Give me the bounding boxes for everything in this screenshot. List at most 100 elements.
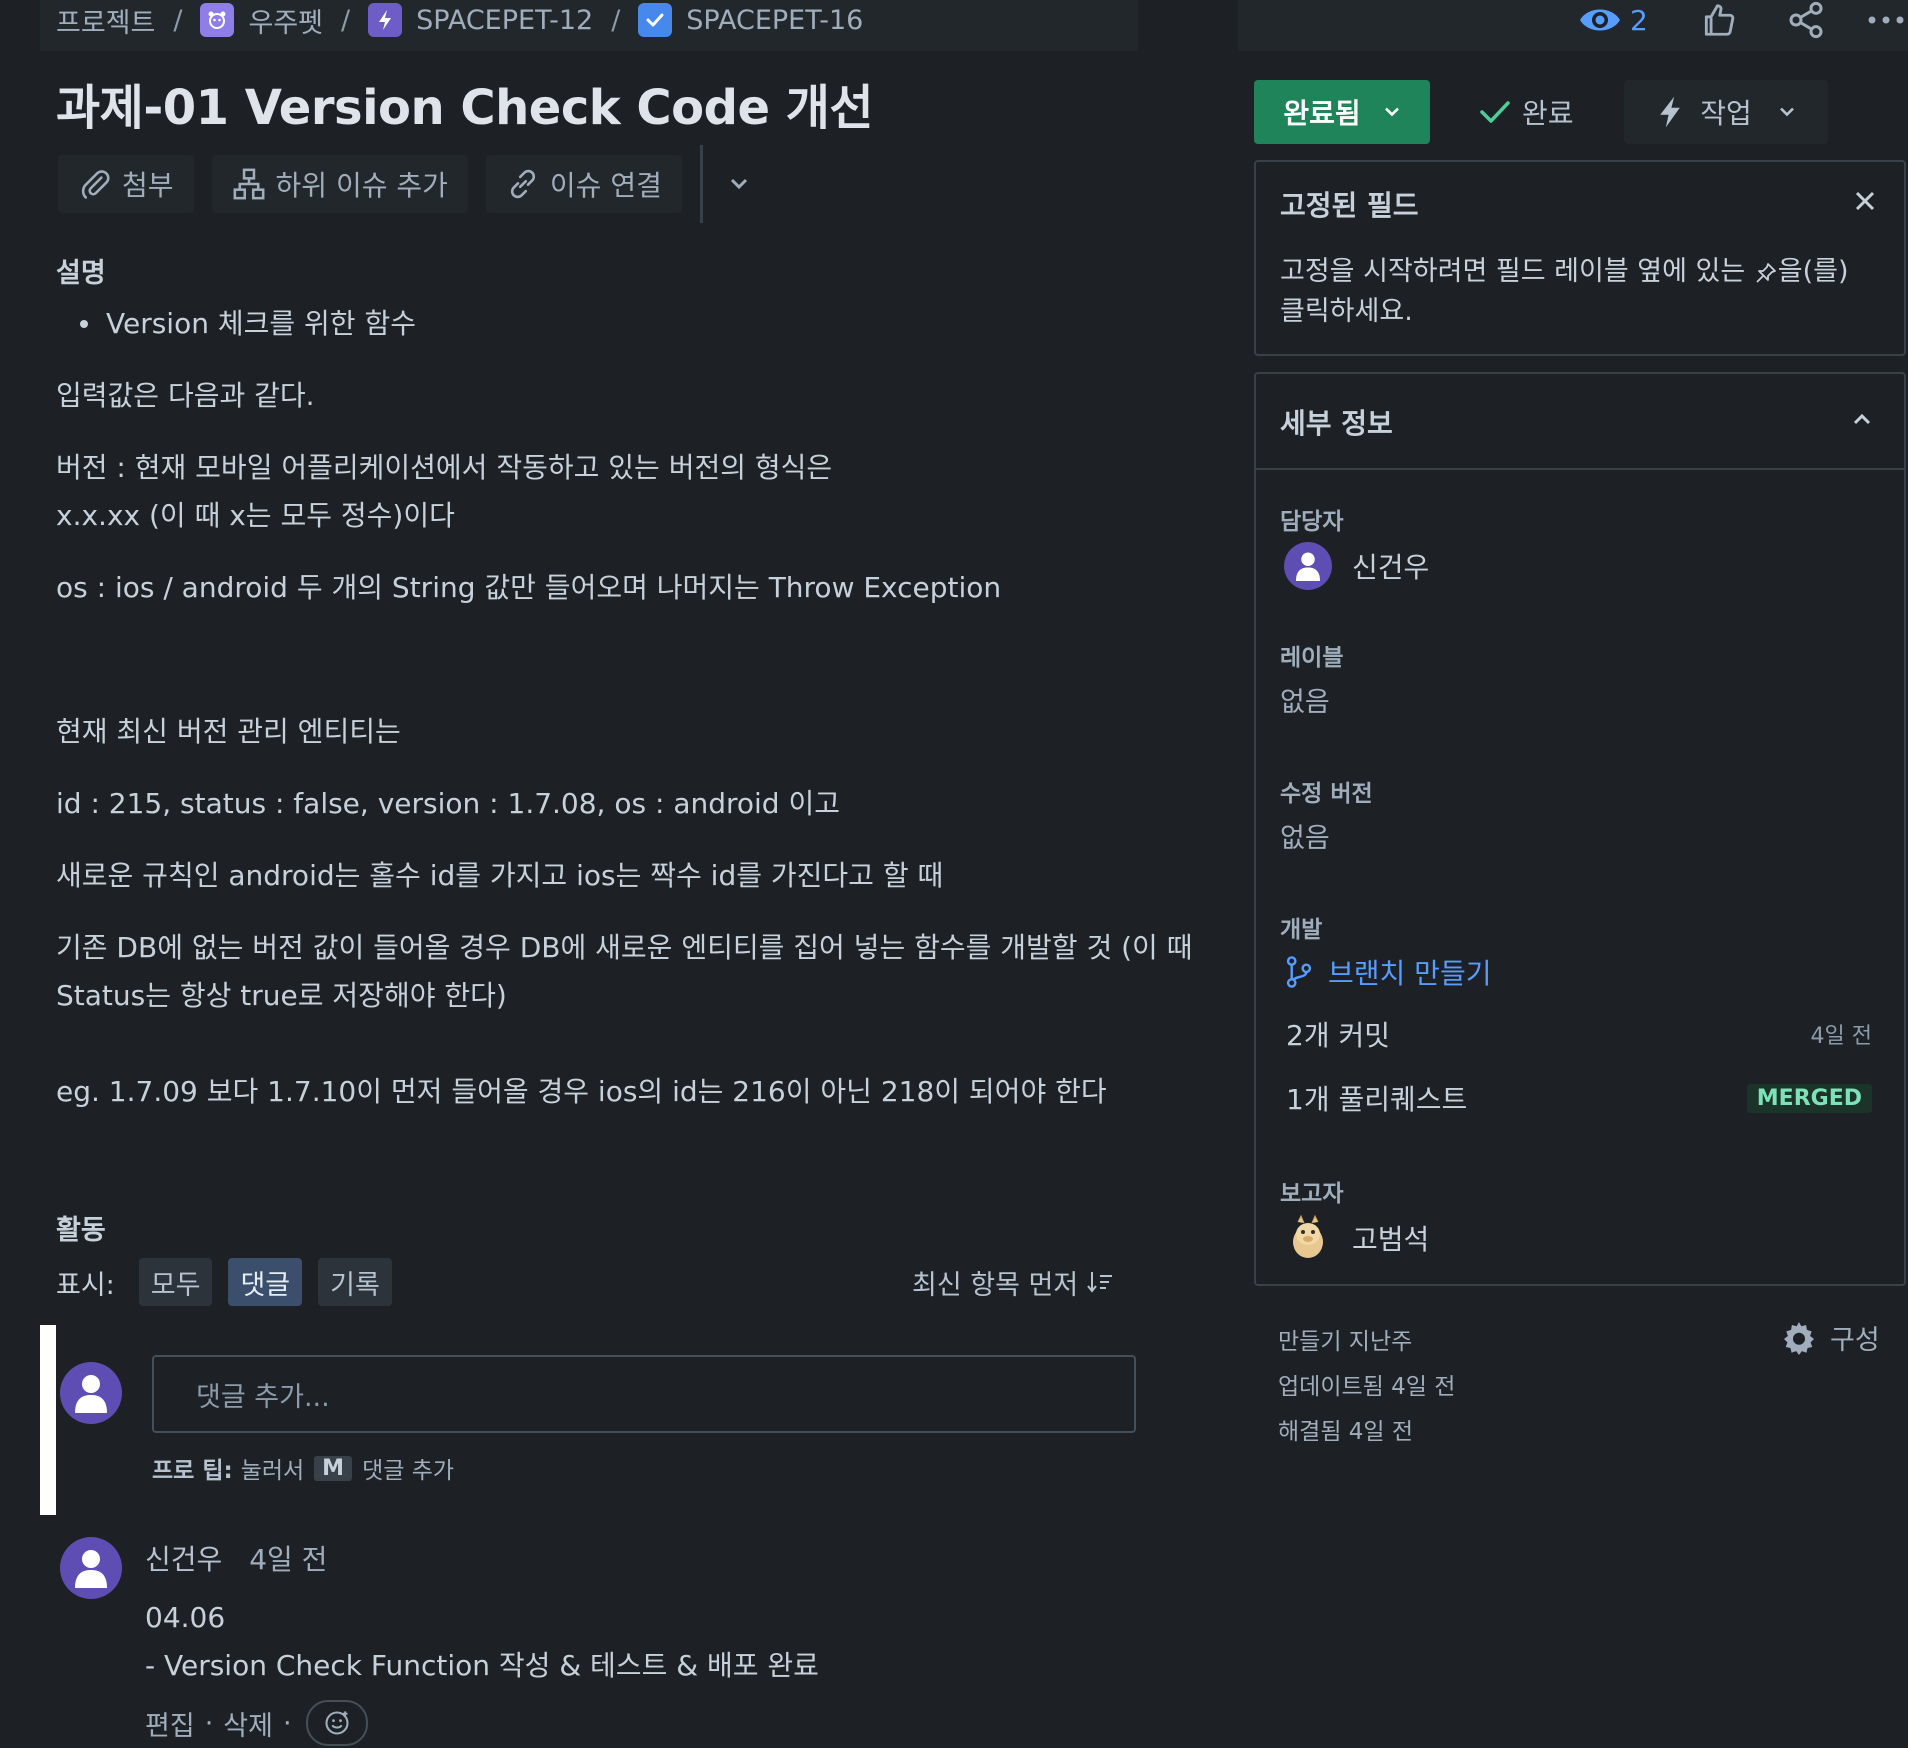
labels-label: 레이블: [1280, 645, 1344, 671]
avatar: [1284, 1214, 1332, 1262]
chevron-up-icon: [1852, 412, 1872, 426]
pull-requests-row[interactable]: 1개 풀리퀘스트 MERGED: [1286, 1078, 1872, 1118]
fix-version-field[interactable]: 없음: [1280, 816, 1330, 855]
reporter-field[interactable]: 고범석: [1284, 1214, 1429, 1262]
issue-dates: 만들기 지난주 업데이트됨 4일 전 해결됨 4일 전: [1278, 1320, 1455, 1455]
epic-icon: [368, 3, 403, 37]
filter-all[interactable]: 모두: [138, 1258, 213, 1306]
created-date: 만들기 지난주: [1278, 1329, 1413, 1355]
paragraph: 입력값은 다음과 같다.: [56, 379, 315, 412]
status-label: 완료됨: [1283, 97, 1361, 130]
attach-button[interactable]: 첨부: [58, 155, 194, 213]
done-button[interactable]: 완료: [1478, 80, 1574, 144]
pin-icon: [1754, 261, 1778, 285]
emoji-icon: [323, 1709, 351, 1737]
actions-divider: [699, 145, 703, 223]
description[interactable]: 설명 Version 체크를 위한 함수 입력값은 다음과 같다. 버전 : 현…: [56, 250, 1192, 1116]
sort-icon: [1086, 1270, 1114, 1294]
paragraph: 버전 : 현재 모바일 어플리케이션에서 작동하고 있는 버전의 형식은: [56, 451, 833, 484]
share-icon[interactable]: [1786, 0, 1826, 40]
protip-text: 댓글 추가: [362, 1458, 455, 1484]
breadcrumb-project[interactable]: 우주펫: [248, 1, 323, 40]
more-icon[interactable]: [1866, 0, 1906, 40]
add-reaction-button[interactable]: [305, 1700, 368, 1746]
breadcrumb-issue[interactable]: SPACEPET-16: [686, 5, 863, 36]
branch-icon: [1284, 955, 1314, 989]
pinned-fields-title: 고정된 필드: [1280, 189, 1419, 222]
description-heading: 설명: [56, 258, 106, 289]
pinned-help-text: 고정을 시작하려면 필드 레이블 옆에 있는: [1280, 256, 1746, 287]
comment-placeholder: 댓글 추가...: [196, 1381, 330, 1413]
resolved-date: 해결됨 4일 전: [1278, 1419, 1414, 1445]
labels-field[interactable]: 없음: [1280, 680, 1330, 719]
status-badge: MERGED: [1746, 1083, 1872, 1113]
commits-row[interactable]: 2개 커밋 4일 전: [1286, 1014, 1872, 1054]
reporter-name: 고범석: [1352, 1223, 1430, 1256]
add-child-issue-label: 하위 이슈 추가: [275, 169, 448, 202]
issue-title[interactable]: 과제-01 Version Check Code 개선: [56, 68, 874, 138]
breadcrumb-separator: /: [611, 4, 621, 36]
assignee-label: 담당자: [1280, 509, 1344, 535]
pinned-fields-panel: 고정된 필드 고정을 시작하려면 필드 레이블 옆에 있는 을(를) 클릭하세요…: [1254, 160, 1906, 356]
link-issue-button[interactable]: 이슈 연결: [485, 155, 682, 213]
paragraph: x.x.xx (이 때 x는 모두 정수)이다: [56, 499, 455, 532]
commits-time: 4일 전: [1810, 1024, 1872, 1049]
delete-link[interactable]: 삭제: [223, 1704, 273, 1743]
issue-actions: 첨부 하위 이슈 추가 이슈 연결: [58, 145, 761, 223]
avatar: [1284, 542, 1332, 590]
comment-line: - Version Check Function 작성 & 테스트 & 배포 완…: [145, 1649, 819, 1682]
shortcut-key: M: [314, 1455, 353, 1481]
comment-input[interactable]: 댓글 추가...: [152, 1355, 1136, 1433]
configure-label: 구성: [1830, 1325, 1880, 1356]
paragraph: 새로운 규칙인 android는 홀수 id를 가지고 ios는 짝수 id를 …: [56, 859, 944, 892]
thumbs-up-icon[interactable]: [1700, 0, 1738, 40]
updated-date: 업데이트됨 4일 전: [1278, 1374, 1456, 1400]
configure-button[interactable]: 구성: [1780, 1318, 1880, 1357]
task-icon: [638, 3, 673, 37]
actions-dropdown[interactable]: 작업: [1624, 80, 1828, 144]
breadcrumb-epic[interactable]: SPACEPET-12: [416, 5, 593, 36]
breadcrumb-separator: /: [341, 4, 351, 36]
assignee-name: 신건우: [1352, 551, 1430, 584]
check-icon: [1478, 98, 1512, 126]
activity-heading: 활동: [56, 1215, 106, 1246]
link-icon: [506, 167, 540, 201]
comment-author[interactable]: 신건우: [145, 1543, 222, 1576]
details-header[interactable]: 세부 정보: [1256, 374, 1904, 470]
assignee-field[interactable]: 신건우: [1284, 542, 1429, 590]
close-icon[interactable]: [1854, 190, 1876, 212]
actions-label: 작업: [1700, 97, 1752, 130]
breadcrumb-projects[interactable]: 프로젝트: [56, 1, 155, 40]
paragraph: Status는 항상 true로 저장해야 한다): [56, 979, 507, 1012]
filter-history[interactable]: 기록: [318, 1258, 392, 1306]
details-title: 세부 정보: [1280, 407, 1393, 440]
hierarchy-icon: [232, 167, 266, 201]
filter-comments[interactable]: 댓글: [228, 1258, 303, 1306]
edit-link[interactable]: 편집: [145, 1704, 195, 1743]
protip-label: 프로 팁:: [152, 1458, 233, 1484]
avatar[interactable]: [60, 1537, 122, 1599]
separator-dot: ·: [204, 1707, 214, 1739]
activity-filters: 표시: 모두 댓글 기록: [56, 1258, 392, 1306]
reporter-label: 보고자: [1280, 1181, 1344, 1207]
comment-time[interactable]: 4일 전: [249, 1543, 327, 1576]
pinned-fields-help: 고정을 시작하려면 필드 레이블 옆에 있는 을(를) 클릭하세요.: [1280, 252, 1860, 332]
comment-body: 04.06 - Version Check Function 작성 & 테스트 …: [145, 1594, 819, 1690]
add-child-issue-button[interactable]: 하위 이슈 추가: [211, 155, 468, 213]
create-branch-link[interactable]: 브랜치 만들기: [1284, 952, 1491, 992]
sort-button[interactable]: 최신 항목 먼저: [912, 1258, 1114, 1306]
status-dropdown[interactable]: 완료됨: [1254, 80, 1430, 144]
paragraph: eg. 1.7.09 보다 1.7.10이 먼저 들어올 경우 ios의 id는…: [56, 1075, 1107, 1108]
watch-button[interactable]: 2: [1578, 0, 1648, 40]
more-actions-button[interactable]: [717, 155, 761, 213]
paperclip-icon: [78, 167, 112, 201]
bullet-text: Version 체크를 위한 함수: [106, 307, 416, 340]
bullet-dot: [80, 320, 88, 328]
comment-line: 04.06: [145, 1601, 226, 1634]
avatar: [60, 1362, 122, 1424]
fix-version-label: 수정 버전: [1280, 781, 1373, 807]
show-label: 표시:: [56, 1269, 115, 1301]
chevron-down-icon: [729, 177, 749, 191]
separator-dot: ·: [282, 1707, 292, 1739]
create-branch-label: 브랜치 만들기: [1328, 957, 1492, 990]
